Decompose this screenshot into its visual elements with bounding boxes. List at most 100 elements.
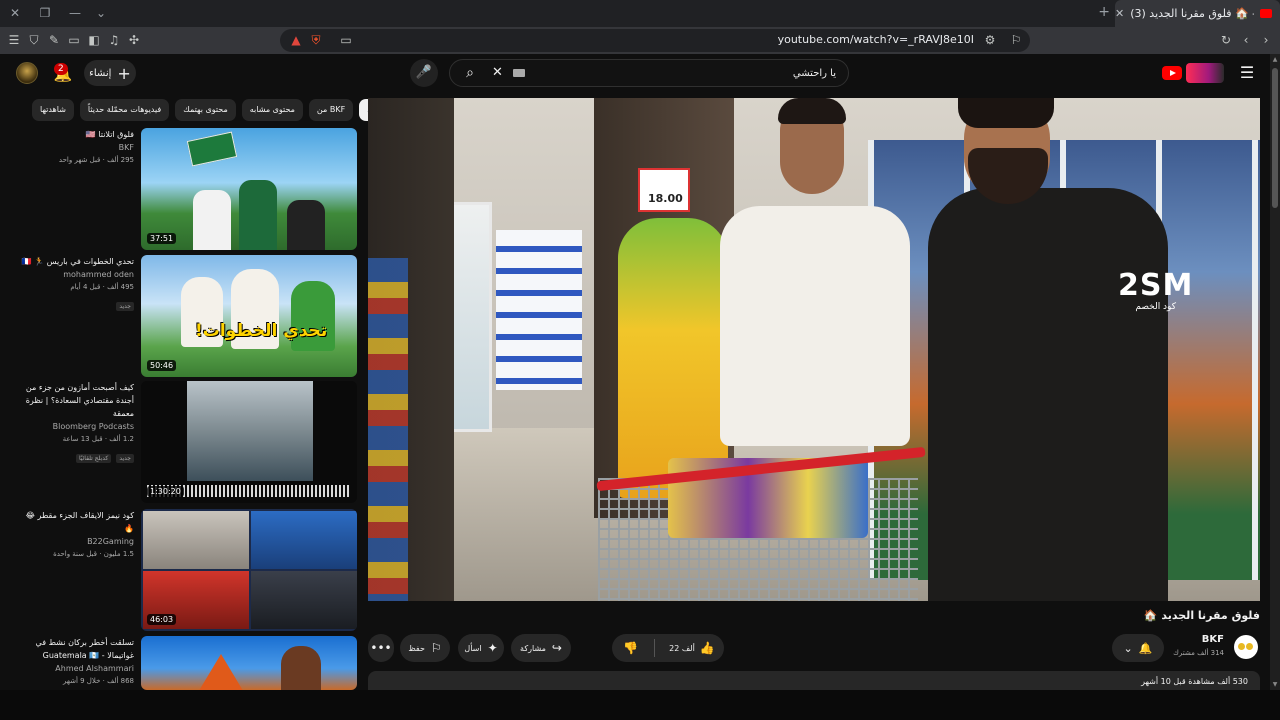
thumbnail-person bbox=[239, 180, 277, 250]
thumbnail-title-text: تحدي الخطوات! bbox=[195, 321, 328, 341]
rec-channel[interactable]: B22Gaming bbox=[14, 535, 134, 548]
rec-stats: 295 ألف · قبل شهر واحد bbox=[58, 156, 134, 164]
menu-icon[interactable]: ☰ bbox=[6, 32, 22, 48]
rec-title[interactable]: فلوق اتلانتا 🇺🇸 bbox=[14, 128, 134, 141]
rec-thumbnail[interactable] bbox=[141, 636, 357, 690]
rec-stats: 868 ألف · خلال 9 أشهر bbox=[62, 677, 134, 685]
channel-avatar[interactable] bbox=[1234, 635, 1258, 659]
rec-thumbnail[interactable]: 37:51 bbox=[141, 128, 357, 250]
browser-toolbar: ☰ ⛉ ✎ ▭ ◧ ♫ ✣ ▲ ⛨ ▭ youtube.com/watch?v=… bbox=[0, 27, 1280, 54]
restore-window-icon[interactable]: ❐ bbox=[36, 5, 54, 21]
like-button[interactable]: 22 ألف 👍 bbox=[661, 641, 723, 655]
voice-search-icon[interactable]: 🎤 bbox=[410, 59, 438, 87]
rec-title[interactable]: تحدي الخطوات في باريس 🏃 🇫🇷 bbox=[14, 255, 134, 268]
shield-icon[interactable]: ⛉ bbox=[26, 32, 42, 48]
account-avatar[interactable] bbox=[16, 62, 38, 84]
music-icon[interactable]: ♫ bbox=[106, 32, 122, 48]
youtube-logo-icon[interactable] bbox=[1162, 66, 1182, 80]
close-window-icon[interactable]: ✕ bbox=[6, 5, 24, 21]
search-icon[interactable]: ⌕ bbox=[450, 60, 490, 86]
rec-channel[interactable]: Bloomberg Podcasts bbox=[14, 420, 134, 433]
recommendation-chips: شاهدتها فيديوهات محمّلة حديثاً محتوى بهت… bbox=[32, 99, 391, 121]
extension-pin-icon[interactable]: ✎ bbox=[46, 32, 62, 48]
rec-title[interactable]: تسلقت أخطر بركان نشط في غواتيمالا - Guat… bbox=[14, 636, 134, 662]
browser-tab-active[interactable]: ✕ (3) فلوق مقرنا الجديد 🏠 - YouTube bbox=[1115, 0, 1280, 27]
tab-list-chevron-icon[interactable]: ⌄ bbox=[92, 5, 110, 21]
search-input[interactable] bbox=[536, 60, 836, 86]
puzzle-icon[interactable]: ✣ bbox=[126, 32, 142, 48]
create-button[interactable]: إنشاء + bbox=[84, 60, 136, 86]
search-box: ⌕ ✕ bbox=[449, 59, 849, 87]
guide-menu-icon[interactable]: ☰ bbox=[1238, 64, 1256, 82]
tab-title: (3) فلوق مقرنا الجديد 🏠 - YouTube bbox=[1130, 7, 1254, 20]
chip-from-bkf[interactable]: من BKF bbox=[308, 99, 354, 121]
description-box[interactable]: 530 ألف مشاهدة قبل 10 أشهر bbox=[368, 671, 1260, 691]
channel-name[interactable]: BKF bbox=[1202, 634, 1224, 645]
view-count-date: 530 ألف مشاهدة قبل 10 أشهر bbox=[1141, 677, 1248, 686]
brave-rewards-icon[interactable]: ▲ bbox=[288, 32, 304, 48]
rec-channel[interactable]: BKF bbox=[14, 141, 134, 154]
divider bbox=[654, 639, 656, 657]
person-hair bbox=[958, 98, 1054, 128]
chip-related[interactable]: محتوى مشابه bbox=[241, 99, 303, 121]
youtube-doodle-logo[interactable] bbox=[1186, 63, 1224, 83]
thumbnail-quadrant bbox=[143, 511, 249, 569]
address-bar[interactable]: ▲ ⛨ ▭ youtube.com/watch?v=_rRAVJ8e10I ⚙ … bbox=[280, 29, 1030, 52]
chip-watched[interactable]: شاهدتها bbox=[32, 99, 74, 121]
auto-dubbed-badge: كدبلج تلقائيًا bbox=[75, 454, 112, 463]
chip-recently-uploaded[interactable]: فيديوهات محمّلة حديثاً bbox=[79, 99, 170, 121]
keyboard-icon[interactable] bbox=[513, 69, 525, 77]
rec-title[interactable]: كود نيمز الايقاف الجزء مقطر 😂 🔥 bbox=[14, 509, 134, 535]
share-label: مشاركة bbox=[520, 643, 546, 653]
forward-icon[interactable]: › bbox=[1258, 32, 1274, 48]
back-icon[interactable]: ‹ bbox=[1238, 32, 1254, 48]
sidebar-icon[interactable]: ◧ bbox=[86, 32, 102, 48]
rec-title[interactable]: كيف أصبحت أمازون من جزء من أجندة مقتصادي… bbox=[14, 381, 134, 420]
page-icon[interactable]: ▭ bbox=[338, 32, 354, 48]
bell-icon: 🔔 bbox=[1138, 641, 1153, 655]
rec-thumbnail[interactable]: 1:30:20 bbox=[141, 381, 357, 503]
thumbs-up-icon: 👍 bbox=[699, 641, 715, 655]
like-count: 22 ألف bbox=[669, 643, 695, 653]
tabs-icon[interactable]: ▭ bbox=[66, 32, 82, 48]
bookmark-icon[interactable]: ⚐ bbox=[1008, 32, 1024, 48]
video-player[interactable]: 18.00 2SM كود الخصم bbox=[368, 98, 1260, 601]
youtube-header: 🔔 إنشاء + 🎤 ⌕ ✕ ☰ bbox=[0, 54, 1280, 94]
scroll-up-icon[interactable]: ▲ bbox=[1270, 56, 1280, 63]
more-icon: ••• bbox=[370, 641, 392, 655]
subscriber-count: 314 ألف مشترك bbox=[1173, 649, 1224, 657]
video-title: فلوق مقرنا الجديد 🏠 bbox=[1143, 609, 1260, 622]
duration-badge: 50:46 bbox=[147, 360, 177, 371]
rec-channel[interactable]: Ahmed Alshammari bbox=[14, 662, 134, 675]
scene-person-black-shirt bbox=[928, 98, 1260, 601]
scroll-down-icon[interactable]: ▼ bbox=[1270, 681, 1280, 688]
clear-search-icon[interactable]: ✕ bbox=[492, 60, 508, 86]
site-settings-icon[interactable]: ⚙ bbox=[982, 32, 998, 48]
url-text[interactable]: youtube.com/watch?v=_rRAVJ8e10I bbox=[778, 33, 974, 46]
page-scrollbar[interactable]: ▲ ▼ bbox=[1270, 54, 1280, 690]
thumbnail-person bbox=[281, 646, 321, 690]
sparkle-icon: ✦ bbox=[487, 641, 498, 655]
rec-stats: 495 ألف · قبل 4 أيام bbox=[70, 283, 134, 291]
price-text: 18.00 bbox=[648, 192, 683, 205]
browser-titlebar: ✕ ❐ — ⌄ + ✕ (3) فلوق مقرنا الجديد 🏠 - Yo… bbox=[0, 0, 1280, 27]
chip-for-you[interactable]: محتوى بهتمك bbox=[175, 99, 236, 121]
person-hair bbox=[778, 98, 846, 124]
dislike-button[interactable]: 👎 bbox=[613, 641, 648, 655]
share-button[interactable]: مشاركة ↪ bbox=[511, 634, 571, 662]
new-tab-icon[interactable]: + bbox=[1098, 4, 1110, 20]
more-actions-button[interactable]: ••• bbox=[368, 634, 394, 662]
rec-thumbnail[interactable]: 46:03 bbox=[141, 509, 357, 631]
subscribed-button[interactable]: ⌄ 🔔 bbox=[1112, 634, 1164, 662]
minimize-window-icon[interactable]: — bbox=[66, 5, 84, 21]
save-button[interactable]: حفظ ⚐ bbox=[400, 634, 450, 662]
rec-thumbnail[interactable]: تحدي الخطوات! 50:46 bbox=[141, 255, 357, 377]
reload-icon[interactable]: ↻ bbox=[1218, 32, 1234, 48]
rec-channel[interactable]: mohammed oden bbox=[14, 268, 134, 281]
rec-meta: تسلقت أخطر بركان نشط في غواتيمالا - Guat… bbox=[14, 636, 134, 687]
chevron-down-icon: ⌄ bbox=[1123, 641, 1133, 655]
scrollbar-thumb[interactable] bbox=[1272, 68, 1278, 208]
tab-close-icon[interactable]: ✕ bbox=[1115, 7, 1124, 20]
brave-shield-icon[interactable]: ⛨ bbox=[308, 32, 324, 48]
ask-button[interactable]: اسأل ✦ bbox=[458, 634, 504, 662]
